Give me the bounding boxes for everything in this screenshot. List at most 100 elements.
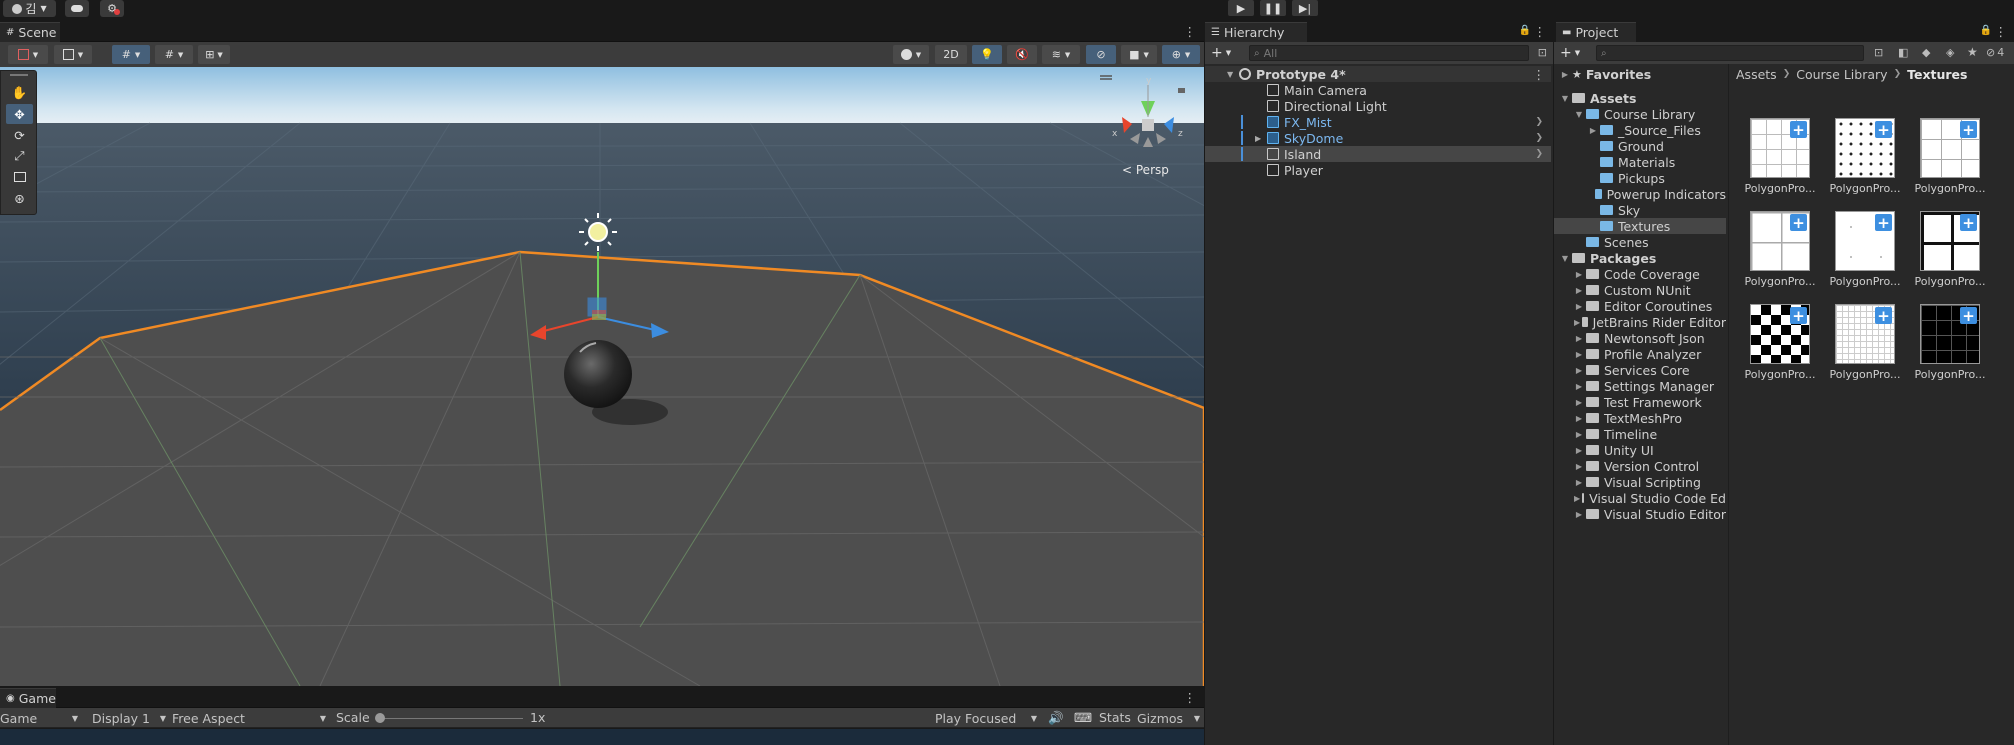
texture-thumbnail[interactable]: + (1835, 118, 1895, 178)
create-button[interactable]: + ▼ (1211, 45, 1237, 61)
game-menu-button[interactable]: ⋮ (1184, 690, 1197, 705)
project-tree-item[interactable]: ▶ _Source_Files (1554, 122, 1726, 138)
breadcrumb-course-library[interactable]: Course Library (1796, 67, 1887, 82)
collapsed-arrow-icon[interactable]: ▶ (1574, 494, 1580, 503)
collapsed-arrow-icon[interactable]: ▶ (1574, 382, 1584, 391)
filter-log-icon[interactable]: ◈ (1946, 46, 1954, 59)
collapsed-arrow-icon[interactable]: ▶ (1574, 302, 1584, 311)
hierarchy-search[interactable]: ⌕ All (1249, 45, 1529, 61)
favorites-row[interactable]: ▶ ★ Favorites (1554, 66, 1726, 82)
render-mode-button[interactable]: ▼ (54, 45, 92, 64)
cloud-button[interactable] (65, 0, 89, 17)
ruler-button[interactable]: ⊞ ▼ (198, 45, 230, 64)
texture-thumbnail[interactable]: + (1920, 211, 1980, 271)
collapsed-arrow-icon[interactable]: ▶ (1574, 270, 1584, 279)
project-tree-item[interactable]: ▶ Visual Studio Editor (1554, 506, 1726, 522)
tab-scene[interactable]: # Scene (0, 22, 60, 42)
project-tree-item[interactable]: ▶ Settings Manager (1554, 378, 1726, 394)
project-tree-item[interactable]: ▶ JetBrains Rider Editor (1554, 314, 1726, 330)
account-button[interactable]: 김 ▼ (3, 0, 56, 17)
texture-thumbnail[interactable]: + (1835, 211, 1895, 271)
drag-handle[interactable] (10, 74, 28, 76)
hidden-packages-button[interactable]: ⊘ 4 (1986, 46, 2004, 59)
project-tree-item[interactable]: ▶ Profile Analyzer (1554, 346, 1726, 362)
gizmos-select[interactable]: Gizmos ▼ (1137, 710, 1200, 726)
project-tree-item[interactable]: Sky (1554, 202, 1726, 218)
project-tree-item[interactable]: ▶ Version Control (1554, 458, 1726, 474)
move-tool[interactable]: ✥ (6, 104, 33, 124)
scene-menu-button[interactable]: ⋮ (1184, 24, 1197, 39)
kebab-menu-icon[interactable]: ⋮ (1534, 24, 1547, 39)
collapsed-arrow-icon[interactable]: ▶ (1574, 286, 1584, 295)
project-tree-item[interactable]: Textures (1554, 218, 1726, 234)
tab-project[interactable]: ▬ Project (1556, 22, 1636, 42)
collapsed-arrow-icon[interactable]: ▶ (1574, 462, 1584, 471)
add-icon[interactable]: + (1960, 307, 1977, 325)
project-tree-item[interactable]: ▼ Course Library (1554, 106, 1726, 122)
texture-thumbnail[interactable]: + (1920, 118, 1980, 178)
collapsed-arrow-icon[interactable]: ▶ (1574, 430, 1584, 439)
project-tree-item[interactable]: Powerup Indicators (1554, 186, 1726, 202)
collapsed-arrow-icon[interactable]: ▶ (1574, 318, 1580, 327)
collapsed-arrow-icon[interactable]: ▶ (1574, 446, 1584, 455)
shortcuts-button[interactable]: ⌨ (1074, 710, 1092, 725)
filter-label-icon[interactable]: ◆ (1922, 46, 1930, 59)
lock-icon[interactable]: 🔒 (1519, 25, 1531, 36)
texture-thumbnail[interactable]: + (1750, 304, 1810, 364)
project-tree-item[interactable]: ▶ Visual Scripting (1554, 474, 1726, 490)
play-button[interactable]: ▶ (1228, 0, 1254, 16)
game-viewport[interactable] (0, 729, 1204, 745)
breadcrumb-textures[interactable]: Textures (1907, 67, 1967, 82)
kebab-menu-icon[interactable]: ⋮ (1533, 67, 1546, 82)
persp-label[interactable]: < Persp (1122, 163, 1169, 177)
scale-slider-thumb[interactable] (375, 713, 385, 723)
project-tree-item[interactable]: ▶ Custom NUnit (1554, 282, 1726, 298)
step-button[interactable]: ▶| (1292, 0, 1318, 16)
tab-game[interactable]: ◉ Game (0, 688, 56, 708)
shading-mode-button[interactable]: ▼ (893, 45, 929, 64)
play-mode-select[interactable]: Play Focused ▼ (935, 710, 1039, 726)
texture-thumbnail[interactable]: + (1750, 118, 1810, 178)
collapsed-arrow-icon[interactable]: ▶ (1574, 510, 1584, 519)
open-prefab-icon[interactable]: ❯ (1535, 133, 1543, 143)
collapsed-arrow-icon[interactable]: ▶ (1574, 478, 1584, 487)
collapsed-arrow-icon[interactable]: ▶ (1574, 366, 1584, 375)
create-asset-button[interactable]: + ▼ (1560, 45, 1586, 61)
scene-row[interactable]: ▼ Prototype 4* ⋮ (1205, 66, 1551, 82)
search-mode-icon[interactable]: ⊡ (1538, 46, 1547, 59)
scene-canvas[interactable]: y x z < Persp (0, 67, 1204, 686)
project-tree-item[interactable]: ▼ Packages (1554, 250, 1726, 266)
open-prefab-icon[interactable]: ❯ (1535, 117, 1543, 127)
project-search[interactable]: ⌕ (1596, 45, 1864, 61)
project-tree-item[interactable]: ▶ Services Core (1554, 362, 1726, 378)
rotate-tool[interactable]: ⟳ (6, 125, 33, 145)
texture-thumbnail[interactable]: + (1750, 211, 1810, 271)
hierarchy-item[interactable]: ▶ SkyDome ❯ (1205, 130, 1551, 146)
collapsed-arrow-icon[interactable]: ▶ (1588, 126, 1598, 135)
effects-button[interactable]: ≋ ▼ (1042, 45, 1080, 64)
project-tree-item[interactable]: ▶ Visual Studio Code Ed (1554, 490, 1726, 506)
transform-tool[interactable]: ⊛ (6, 188, 33, 208)
project-tree-item[interactable]: ▶ Test Framework (1554, 394, 1726, 410)
collapsed-arrow-icon[interactable]: ▶ (1574, 398, 1584, 407)
project-tree-item[interactable]: ▶ TextMeshPro (1554, 410, 1726, 426)
project-tree-item[interactable]: Materials (1554, 154, 1726, 170)
kebab-menu-icon[interactable]: ⋮ (1995, 24, 2008, 39)
scale-tool[interactable]: ⤢ (6, 146, 33, 166)
expand-arrow-icon[interactable]: ▶ (1255, 134, 1261, 143)
project-tree-item[interactable]: ▶ Unity UI (1554, 442, 1726, 458)
expand-arrow-icon[interactable]: ▼ (1574, 110, 1584, 119)
hand-tool[interactable]: ✋ (6, 83, 33, 103)
hierarchy-item[interactable]: Directional Light (1205, 98, 1551, 114)
project-tree-item[interactable]: Ground (1554, 138, 1726, 154)
mute-button[interactable]: 🔊 (1048, 710, 1064, 726)
pause-button[interactable]: ❚❚ (1260, 0, 1286, 16)
collapsed-arrow-icon[interactable]: ▶ (1574, 414, 1584, 423)
tab-hierarchy[interactable]: ☰ Hierarchy (1205, 22, 1307, 42)
project-tree-item[interactable]: Pickups (1554, 170, 1726, 186)
lock-icon[interactable]: 🔒 (1980, 25, 1992, 36)
add-icon[interactable]: + (1790, 307, 1807, 325)
draw-mode-button[interactable]: ▼ (8, 45, 48, 64)
expand-arrow-icon[interactable]: ▼ (1560, 254, 1570, 263)
lighting-toggle-button[interactable]: 💡 (972, 45, 1002, 64)
